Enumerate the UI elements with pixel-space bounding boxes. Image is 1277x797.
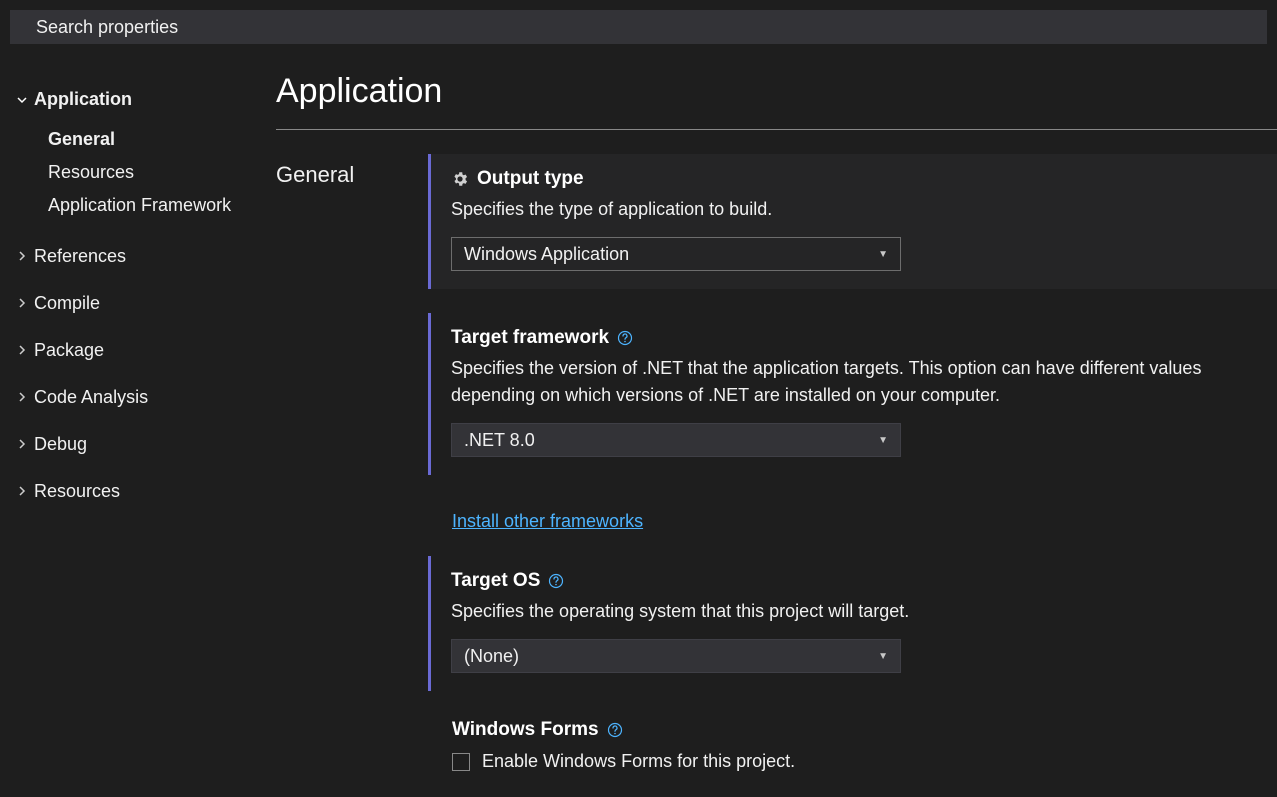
- setting-target-os: Target OS Specifies the operating system…: [428, 556, 1277, 691]
- target-os-dropdown[interactable]: (None) ▼: [451, 639, 901, 673]
- sidebar-item-label: Application: [34, 86, 132, 113]
- dropdown-value: (None): [464, 646, 519, 667]
- setting-windows-forms: Windows Forms Enable Windows Forms for t…: [428, 715, 1277, 772]
- setting-title-text: Windows Forms: [452, 719, 599, 741]
- sidebar-item-code-analysis[interactable]: Code Analysis: [0, 382, 256, 413]
- sidebar-item-label: References: [34, 243, 126, 270]
- target-framework-dropdown[interactable]: .NET 8.0 ▼: [451, 423, 901, 457]
- setting-title-text: Target OS: [451, 570, 540, 592]
- sidebar-item-label: Debug: [34, 431, 87, 458]
- setting-desc: Specifies the type of application to bui…: [451, 196, 1211, 223]
- sidebar-item-label: Package: [34, 337, 104, 364]
- sidebar-item-label: Resources: [34, 478, 120, 505]
- divider: [276, 129, 1277, 130]
- chevron-right-icon: [14, 345, 30, 355]
- gear-icon: [451, 170, 469, 188]
- sidebar-item-label: Code Analysis: [34, 384, 148, 411]
- sidebar-item-references[interactable]: References: [0, 241, 256, 272]
- setting-desc: Specifies the version of .NET that the a…: [451, 355, 1211, 409]
- help-icon[interactable]: [548, 573, 564, 589]
- chevron-down-icon: [14, 95, 30, 105]
- checkbox-label: Enable Windows Forms for this project.: [482, 751, 795, 772]
- windows-forms-checkbox[interactable]: Enable Windows Forms for this project.: [452, 751, 1277, 772]
- setting-target-framework: Target framework Specifies the version o…: [428, 313, 1277, 475]
- sidebar-subitems: General Resources Application Framework: [0, 123, 256, 223]
- sidebar-item-label: Compile: [34, 290, 100, 317]
- sidebar: Application General Resources Applicatio…: [0, 44, 256, 772]
- section-label: General: [276, 154, 428, 772]
- setting-desc: Specifies the operating system that this…: [451, 598, 1211, 625]
- search-bar[interactable]: [10, 10, 1267, 44]
- chevron-down-icon: ▼: [878, 435, 888, 446]
- chevron-down-icon: ▼: [878, 651, 888, 662]
- chevron-right-icon: [14, 486, 30, 496]
- setting-output-type: Output type Specifies the type of applic…: [428, 154, 1277, 289]
- checkbox-icon: [452, 753, 470, 771]
- setting-title-text: Output type: [477, 168, 584, 190]
- output-type-dropdown[interactable]: Windows Application ▼: [451, 237, 901, 271]
- dropdown-value: .NET 8.0: [464, 430, 535, 451]
- sidebar-item-debug[interactable]: Debug: [0, 429, 256, 460]
- setting-title-text: Target framework: [451, 327, 609, 349]
- chevron-right-icon: [14, 439, 30, 449]
- chevron-right-icon: [14, 392, 30, 402]
- sidebar-item-resources[interactable]: Resources: [0, 476, 256, 507]
- help-icon[interactable]: [607, 722, 623, 738]
- search-input[interactable]: [34, 16, 1243, 39]
- chevron-right-icon: [14, 251, 30, 261]
- main-content: Application General Output type Specifie…: [256, 44, 1277, 772]
- install-frameworks-link[interactable]: Install other frameworks: [452, 511, 643, 532]
- dropdown-value: Windows Application: [464, 244, 629, 265]
- sidebar-item-compile[interactable]: Compile: [0, 288, 256, 319]
- sidebar-subitem-general[interactable]: General: [0, 123, 256, 156]
- page-title: Application: [276, 72, 1277, 111]
- chevron-down-icon: ▼: [878, 249, 888, 260]
- chevron-right-icon: [14, 298, 30, 308]
- sidebar-subitem-resources[interactable]: Resources: [0, 156, 256, 189]
- sidebar-item-package[interactable]: Package: [0, 335, 256, 366]
- sidebar-item-application[interactable]: Application: [0, 84, 256, 115]
- help-icon[interactable]: [617, 330, 633, 346]
- sidebar-subitem-app-framework[interactable]: Application Framework: [0, 189, 256, 222]
